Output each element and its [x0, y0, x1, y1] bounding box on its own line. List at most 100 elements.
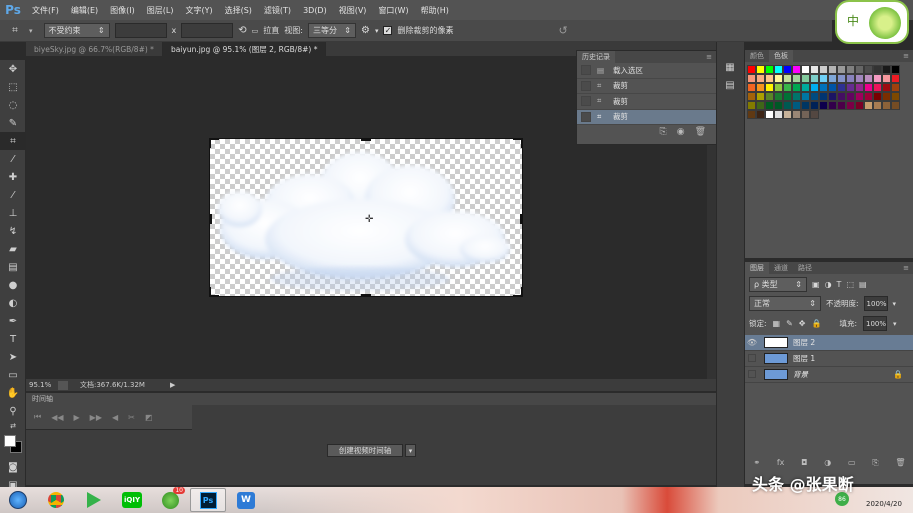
color-swatch[interactable] — [855, 83, 864, 92]
color-swatch[interactable] — [810, 92, 819, 101]
color-swatch[interactable] — [810, 65, 819, 74]
tab-layers[interactable]: 图层 — [745, 262, 769, 274]
eyedropper-tool-icon[interactable]: ⁄ — [0, 150, 26, 168]
color-swatch[interactable] — [873, 101, 882, 110]
healing-brush-tool-icon[interactable]: ✚ — [0, 168, 26, 186]
history-snapshot-box[interactable] — [581, 65, 591, 76]
menu-help[interactable]: 帮助(H) — [415, 5, 455, 16]
layer-row[interactable]: 图层 1 — [745, 351, 913, 367]
color-swatch[interactable] — [801, 92, 810, 101]
color-swatch[interactable] — [765, 92, 774, 101]
prev-frame-icon[interactable]: ◀◀ — [51, 413, 63, 422]
color-swatch[interactable] — [810, 101, 819, 110]
taskbar-app-w[interactable]: W — [228, 488, 264, 512]
color-swatch[interactable] — [747, 110, 756, 119]
chevron-down-icon[interactable]: ▾ — [405, 444, 416, 457]
color-swatch[interactable] — [747, 74, 756, 83]
gear-icon[interactable]: ⚙ — [361, 25, 370, 36]
zoom-level[interactable]: 95.1% — [26, 381, 58, 389]
color-swatch[interactable] — [783, 65, 792, 74]
shape-tool-icon[interactable]: ▭ — [0, 366, 26, 384]
color-swatch[interactable] — [891, 92, 900, 101]
history-brush-tool-icon[interactable]: ↯ — [0, 222, 26, 240]
color-swatch[interactable] — [846, 101, 855, 110]
taskbar-video-player[interactable] — [76, 488, 112, 512]
color-swatch[interactable] — [846, 83, 855, 92]
tab-biyesky[interactable]: biyeSky.jpg @ 66.7%(RGB/8#) * — [26, 42, 163, 56]
move-tool-icon[interactable]: ✥ — [0, 60, 26, 78]
link-icon[interactable]: ⚭ — [753, 458, 760, 470]
share-icon[interactable] — [58, 380, 68, 390]
color-swatch[interactable] — [765, 83, 774, 92]
color-swatch[interactable] — [792, 83, 801, 92]
zoom-tool-icon[interactable]: ⚲ — [0, 402, 26, 420]
split-icon[interactable]: ✂ — [128, 413, 135, 422]
folder-icon[interactable]: ▭ — [848, 458, 856, 470]
color-swatch[interactable] — [864, 101, 873, 110]
straighten-label[interactable]: 拉直 — [263, 25, 279, 36]
lock-all-icon[interactable]: 🔒 — [812, 319, 822, 328]
color-swatch[interactable] — [864, 92, 873, 101]
taskbar-chrome[interactable] — [38, 488, 74, 512]
color-swatch[interactable] — [756, 101, 765, 110]
brush-tool-icon[interactable]: ⁄ — [0, 186, 26, 204]
ratio-dropdown[interactable]: 不受约束 ⇕ — [43, 23, 110, 38]
taskbar-iqiyi[interactable]: iQIY — [114, 488, 150, 512]
color-swatch[interactable] — [891, 74, 900, 83]
lasso-tool-icon[interactable]: ◌ — [0, 96, 26, 114]
history-item[interactable]: ▤ 载入选区 — [577, 63, 716, 79]
color-swatch[interactable] — [756, 92, 765, 101]
color-swatch[interactable] — [819, 83, 828, 92]
color-swatch[interactable] — [792, 74, 801, 83]
fill-field[interactable]: 100% — [863, 316, 887, 331]
crop-handle-top-right[interactable] — [513, 139, 522, 148]
color-swatch[interactable] — [774, 65, 783, 74]
color-swatch[interactable] — [882, 83, 891, 92]
height-field[interactable] — [181, 23, 234, 38]
tab-history[interactable]: 历史记录 — [577, 51, 615, 63]
shape-filter-icon[interactable]: ⬚ — [846, 280, 854, 289]
color-swatch[interactable] — [837, 65, 846, 74]
color-swatch[interactable] — [819, 92, 828, 101]
adjust-filter-icon[interactable]: ◑ — [825, 280, 832, 289]
tab-channels[interactable]: 通道 — [769, 262, 793, 274]
color-swatch[interactable] — [873, 74, 882, 83]
history-panel-icon[interactable]: ▦ — [717, 58, 743, 76]
history-item[interactable]: ⌗ 裁剪 — [577, 79, 716, 94]
eraser-tool-icon[interactable]: ▰ — [0, 240, 26, 258]
color-swatch[interactable] — [846, 65, 855, 74]
color-swatch[interactable] — [810, 74, 819, 83]
history-item[interactable]: ⌗ 裁剪 — [577, 94, 716, 110]
menu-image[interactable]: 图像(I) — [104, 5, 141, 16]
type-filter-icon[interactable]: T — [837, 280, 842, 289]
hand-tool-icon[interactable]: ✋ — [0, 384, 26, 402]
create-video-timeline-button[interactable]: 创建视频时间轴 — [327, 444, 403, 457]
new-document-icon[interactable]: ⎘ — [660, 127, 667, 137]
taskbar-photoshop[interactable]: Ps — [190, 488, 226, 512]
snapshot-icon[interactable]: ◉ — [677, 127, 685, 137]
width-field[interactable] — [114, 23, 167, 38]
color-swatch[interactable] — [774, 101, 783, 110]
color-swatch[interactable] — [783, 92, 792, 101]
color-swatch[interactable] — [783, 74, 792, 83]
quick-mask-icon[interactable]: ◙ — [0, 458, 26, 476]
color-swatch[interactable] — [855, 65, 864, 74]
color-swatch[interactable] — [756, 110, 765, 119]
history-item-selected[interactable]: ⌗ 裁剪 — [577, 109, 716, 125]
color-swatch[interactable] — [792, 65, 801, 74]
status-menu-arrow-icon[interactable]: ▶ — [170, 381, 175, 389]
opacity-field[interactable]: 100% — [863, 296, 888, 311]
start-button[interactable] — [0, 488, 36, 512]
color-swatch[interactable] — [882, 74, 891, 83]
stamp-tool-icon[interactable]: ⊥ — [0, 204, 26, 222]
color-swatch[interactable] — [846, 92, 855, 101]
color-swatch[interactable] — [801, 65, 810, 74]
tab-swatches[interactable]: 色板 — [769, 50, 793, 62]
properties-panel-icon[interactable]: ▤ — [717, 76, 743, 94]
color-swatch[interactable] — [828, 74, 837, 83]
color-swatch[interactable] — [747, 101, 756, 110]
lock-transparent-icon[interactable]: ▦ — [773, 319, 781, 328]
crop-handle-top[interactable] — [361, 139, 371, 141]
color-swatch[interactable] — [747, 92, 756, 101]
color-swatch[interactable] — [837, 74, 846, 83]
